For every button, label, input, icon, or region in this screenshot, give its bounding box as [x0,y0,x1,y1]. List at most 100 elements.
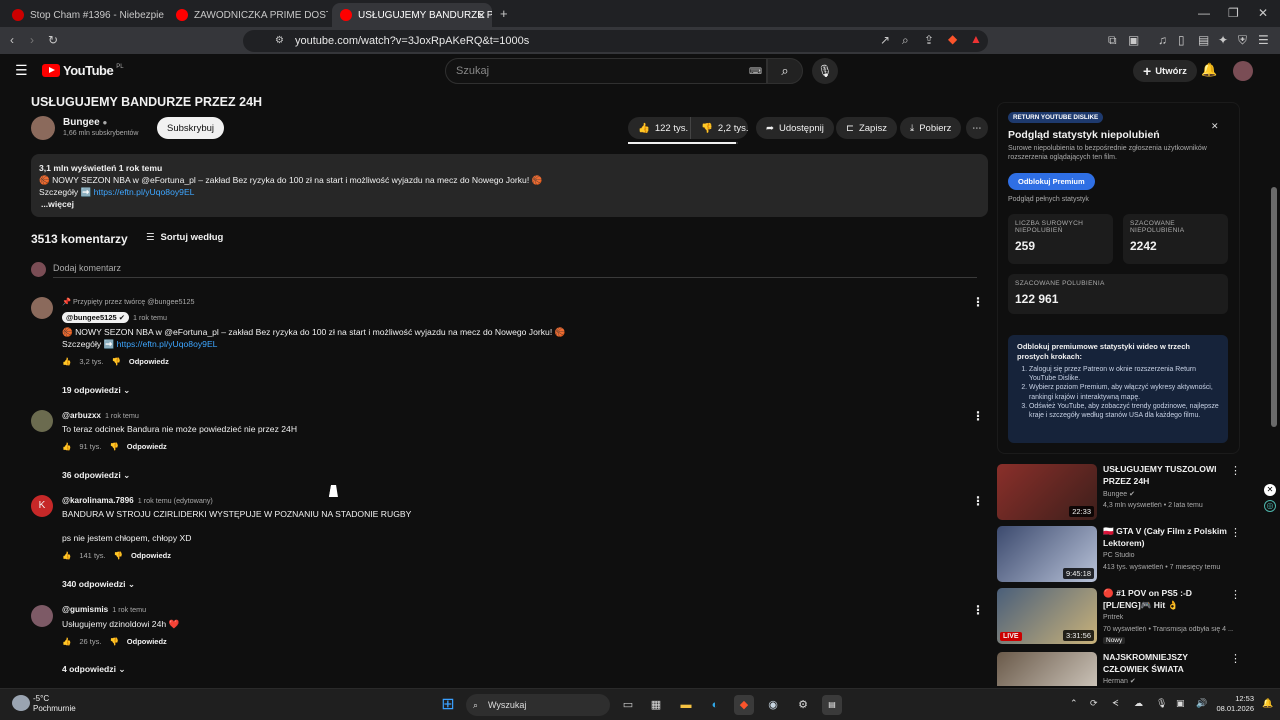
recommended-video[interactable]: 22:33 USŁUGUJEMY TUSZOLOWI PRZEZ 24H Bun… [997,464,1241,522]
replies-toggle[interactable]: 4 odpowiedzi ⌄ [62,664,126,675]
voice-search-button[interactable]: 🎙 [812,58,838,84]
like-button[interactable]: 👍 122 tys. [628,117,690,139]
unlock-premium-button[interactable]: Odblokuj Premium [1008,173,1095,190]
volume-icon[interactable]: 🔊 [1196,698,1207,709]
video-menu-icon[interactable]: ⋮ [1230,526,1241,539]
channel-name[interactable]: PC Studio [1103,552,1233,559]
thumbs-down-icon[interactable]: 👎 [114,551,123,560]
open-external-icon[interactable]: ↗ [880,33,890,47]
weather-icon[interactable] [12,695,30,711]
tray-app-icon[interactable]: ☁ [1134,698,1143,709]
reply-button[interactable]: Odpowiedz [127,442,167,451]
network-icon[interactable]: ▣ [1176,698,1185,709]
browser-tab[interactable]: ZAWODNICZKA PRIME DOSTAŁA OD [168,3,328,27]
comment-time[interactable]: 1 rok temu [133,313,167,322]
store-icon[interactable]: ▦ [646,695,666,715]
brave-icon[interactable]: ◆ [734,695,754,715]
comment-author[interactable]: @gumismis [62,605,108,614]
replies-toggle[interactable]: 19 odpowiedzi ⌄ [62,385,130,396]
notifications-bell-icon[interactable]: 🔔 [1201,63,1217,77]
video-menu-icon[interactable]: ⋮ [1230,464,1241,477]
show-more-link[interactable]: ...więcej [39,198,980,210]
comment-author[interactable]: @karolinama.7896 [62,496,134,505]
windows-start-icon[interactable]: ⊞ [438,695,458,715]
extension-close-icon[interactable]: ✕ [1264,484,1276,496]
thumbs-down-icon[interactable]: 👎 [109,637,118,646]
comment-author[interactable]: @bungee5125 ✔ [62,312,130,323]
reload-icon[interactable]: ↻ [48,33,58,47]
replies-toggle[interactable]: 340 odpowiedzi ⌄ [62,579,135,590]
video-thumbnail[interactable]: 22:33 [997,464,1097,520]
notification-center-icon[interactable]: 🔔 [1262,698,1273,709]
vpn-icon[interactable]: ⛨ [1238,33,1247,47]
music-icon[interactable]: ♫ [1158,33,1167,47]
thumbs-down-icon[interactable]: 👎 [109,442,118,451]
extensions-icon[interactable]: ⧉ [1108,33,1117,47]
video-title[interactable]: 🔴 #1 POV on PS5 :-D [PL/ENG]🎮 Hit 👌 [1103,588,1228,611]
video-thumbnail[interactable]: LIVE 3:31:56 [997,588,1097,644]
tray-app-icon[interactable]: ᗕ [1112,698,1119,709]
epic-games-icon[interactable]: ▤ [822,695,842,715]
video-title[interactable]: NAJSKROMNIEJSZY CZŁOWIEK ŚWIATA [1103,652,1228,675]
thumbs-down-icon[interactable]: 👎 [112,357,121,366]
new-tab-button[interactable]: + [500,7,508,21]
comment-menu-icon[interactable]: ⋮ [972,295,984,309]
reply-button[interactable]: Odpowiedz [129,357,169,366]
channel-name[interactable]: Bungee ● [63,117,107,128]
comment-link[interactable]: https://eftn.pl/yUqo8oy9EL [117,339,218,349]
recommended-video[interactable]: NAJSKROMNIEJSZY CZŁOWIEK ŚWIATA Herman ✔… [997,652,1240,686]
preview-link[interactable]: Podgląd pełnych statystyk [1008,196,1089,203]
keyboard-icon[interactable]: ⌨ [749,64,762,78]
channel-avatar[interactable] [31,116,55,140]
comment-menu-icon[interactable]: ⋮ [972,409,984,423]
thumbs-up-icon[interactable]: 👍 [62,442,71,451]
search-input[interactable]: Szukaj ⌨ [445,58,767,84]
page-scrollbar[interactable] [1270,95,1278,685]
leo-icon[interactable]: ✦ [1218,33,1228,47]
more-actions-button[interactable]: ⋯ [966,117,988,139]
sidebar-icon[interactable]: ▯ [1178,33,1185,47]
dislike-button[interactable]: 👎 2,2 tys. [690,117,748,139]
comment-time[interactable]: 1 rok temu (edytowany) [138,496,213,505]
save-button[interactable]: ⊏ Zapisz [836,117,897,139]
video-thumbnail[interactable] [997,652,1097,686]
steam-icon[interactable]: ◉ [763,695,783,715]
close-panel-icon[interactable]: ✕ [1211,121,1219,132]
zoom-icon[interactable]: ⌕ [902,33,909,47]
reply-button[interactable]: Odpowiedz [127,637,167,646]
minimize-icon[interactable]: — [1198,6,1210,20]
menu-icon[interactable]: ☰ [1258,33,1269,47]
channel-name[interactable]: Herman ✔ [1103,677,1233,685]
weather-widget[interactable]: -5°C Pochmurnie [33,694,76,714]
share-icon[interactable]: ⇪ [924,33,934,47]
thumbs-up-icon[interactable]: 👍 [62,357,71,366]
task-view-icon[interactable]: ▭ [618,695,638,715]
comment-author[interactable]: @arbuzxx [62,411,101,420]
youtube-logo[interactable]: YouTube PL [42,63,124,78]
tray-overflow-icon[interactable]: ⌃ [1070,698,1078,709]
video-description[interactable]: 3,1 mln wyświetleń 1 rok temu 🏀 NOWY SEZ… [31,154,988,217]
recommended-video[interactable]: LIVE 3:31:56 🔴 #1 POV on PS5 :-D [PL/ENG… [997,588,1241,646]
create-button[interactable]: + Utwórz [1133,60,1197,82]
reply-button[interactable]: Odpowiedz [131,551,171,560]
file-explorer-icon[interactable]: ▬ [676,695,696,715]
comment-avatar[interactable] [31,297,53,319]
thumbs-up-icon[interactable]: 👍 [62,637,71,646]
add-comment-input[interactable]: Dodaj komentarz [53,263,121,273]
clock[interactable]: 12:53 08.01.2026 [1212,694,1254,714]
subscribe-button[interactable]: Subskrybuj [157,117,224,139]
sort-comments-button[interactable]: ☰ Sortuj według [146,232,223,243]
video-title[interactable]: 🇵🇱 GTA V (Cały Film z Polskim Lektorem) [1103,526,1228,549]
screenshot-icon[interactable]: ▣ [1128,33,1139,47]
back-icon[interactable]: ‹ [10,33,14,47]
channel-name[interactable]: Pritrek [1103,614,1233,621]
video-title[interactable]: USŁUGUJEMY TUSZOLOWI PRZEZ 24H [1103,464,1228,487]
recommended-video[interactable]: 9:45:18 🇵🇱 GTA V (Cały Film z Polskim Le… [997,526,1241,584]
description-link[interactable]: https://eftn.pl/yUqo8oy9EL [94,187,195,197]
close-tab-icon[interactable]: ✕ [477,9,486,22]
microphone-icon[interactable]: 🎙 [1156,698,1167,709]
channel-name[interactable]: Bungee ✔ [1103,490,1233,498]
taskbar-search[interactable]: ⌕ Wyszukaj [466,694,610,716]
comment-time[interactable]: 1 rok temu [105,411,139,420]
brave-shield-icon[interactable]: ◆ [948,32,957,46]
